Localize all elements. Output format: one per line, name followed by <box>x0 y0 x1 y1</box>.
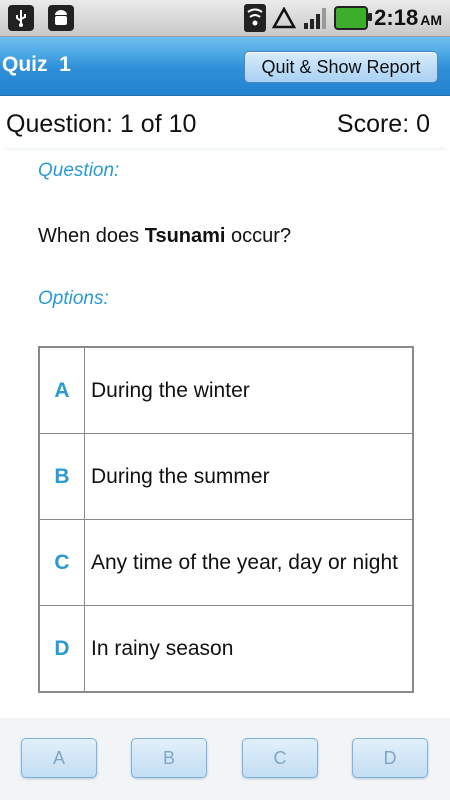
quiz-progress-header: Question: 1 of 10 Score: 0 <box>0 108 450 148</box>
answer-d-button[interactable]: D <box>352 738 428 778</box>
answer-c-button[interactable]: C <box>242 738 318 778</box>
option-letter: A <box>38 346 85 434</box>
wifi-icon <box>244 4 267 32</box>
app-title: Quiz 1 <box>2 53 71 76</box>
quit-show-report-button[interactable]: Quit & Show Report <box>244 51 438 83</box>
answer-a-button[interactable]: A <box>21 738 97 778</box>
options-table: A During the winter B During the summer … <box>38 346 414 693</box>
option-row-a[interactable]: A During the winter <box>38 346 414 434</box>
options-heading: Options: <box>38 288 109 309</box>
android-icon <box>48 5 74 31</box>
answer-b-button[interactable]: B <box>131 738 207 778</box>
option-letter: C <box>38 519 85 606</box>
question-keyword: Tsunami <box>144 225 226 247</box>
question-heading: Question: <box>38 160 120 181</box>
triangle-icon <box>272 7 297 29</box>
signal-icon <box>304 8 327 29</box>
option-text: During the winter <box>84 346 414 434</box>
option-letter: D <box>38 605 85 693</box>
question-counter: Question: 1 of 10 <box>6 110 197 138</box>
battery-icon <box>334 6 373 30</box>
option-text: In rainy season <box>84 605 414 693</box>
option-row-c[interactable]: C Any time of the year, day or night <box>38 519 414 606</box>
app-title-bar: Quiz 1 Quit & Show Report <box>0 37 450 96</box>
status-clock: 2:18 AM <box>374 5 442 30</box>
score-display: Score: 0 <box>336 110 430 138</box>
option-text: Any time of the year, day or night <box>84 519 414 606</box>
option-row-b[interactable]: B During the summer <box>38 433 414 520</box>
option-row-d[interactable]: D In rainy season <box>38 605 414 693</box>
answer-button-bar: A B C D <box>0 718 450 800</box>
quiz-content: Question: When does Tsunami occur? Optio… <box>0 150 450 705</box>
status-bar: 2:18 AM <box>0 0 450 37</box>
option-letter: B <box>38 433 85 520</box>
usb-icon <box>8 5 34 31</box>
question-text: When does Tsunami occur? <box>38 225 292 247</box>
option-text: During the summer <box>84 433 414 520</box>
